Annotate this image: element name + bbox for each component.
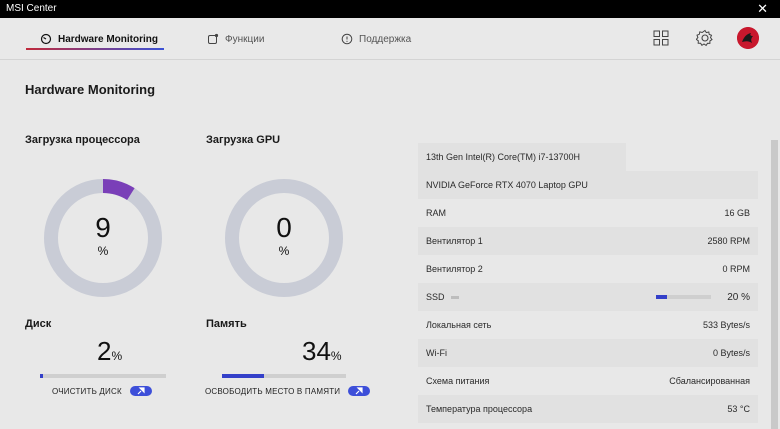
disk-label: Диск — [25, 318, 52, 330]
info-label: Температура процессора — [426, 404, 533, 414]
ssd-usage-bar — [655, 295, 711, 300]
page-title: Hardware Monitoring — [25, 82, 156, 97]
memory-value: 34% — [302, 336, 342, 367]
ssd-mini-indicator — [450, 296, 459, 300]
memory-unit: % — [330, 349, 342, 363]
gear-icon[interactable] — [696, 29, 714, 47]
features-icon — [208, 33, 219, 44]
rocket-icon — [137, 387, 145, 395]
info-value: 20 % — [727, 291, 750, 303]
info-value: 0 RPM — [722, 264, 750, 274]
support-icon — [341, 33, 353, 45]
gpu-load-unit: % — [278, 244, 290, 258]
info-label: Локальная сеть — [426, 320, 492, 330]
tab-hardware-monitoring[interactable]: Hardware Monitoring — [40, 28, 158, 50]
scrollbar[interactable] — [771, 140, 778, 429]
ssd-usage-fill — [655, 295, 667, 300]
disk-percent: 2 — [97, 336, 112, 366]
cpu-name-row: 13th Gen Intel(R) Core(TM) i7-13700H — [418, 143, 626, 171]
clean-disk-label: ОЧИСТИТЬ ДИСК — [52, 386, 122, 396]
info-label: Вентилятор 2 — [426, 264, 483, 274]
memory-label: Память — [206, 318, 247, 330]
info-value: Сбалансированная — [669, 376, 750, 386]
info-row-lan: Локальная сеть 533 Bytes/s — [418, 311, 758, 339]
cpu-load-unit: % — [97, 244, 109, 258]
gpu-load-label: Загрузка GPU — [206, 134, 281, 146]
cpu-name: 13th Gen Intel(R) Core(TM) i7-13700H — [426, 152, 581, 162]
info-row-fan2: Вентилятор 2 0 RPM — [418, 255, 758, 283]
boost-pill[interactable] — [129, 386, 152, 396]
boost-pill[interactable] — [348, 386, 371, 396]
memory-usage-fill — [222, 374, 265, 378]
dragon-logo-icon — [737, 27, 759, 49]
memory-usage-bar — [222, 374, 346, 378]
disk-value: 2% — [97, 336, 122, 367]
info-row-wifi: Wi-Fi 0 Bytes/s — [418, 339, 758, 367]
free-memory-label: ОСВОБОДИТЬ МЕСТО В ПАМЯТИ — [205, 386, 341, 396]
info-label: Вентилятор 1 — [426, 236, 483, 246]
tab-label: Функции — [225, 33, 265, 45]
gauge-fill — [102, 179, 135, 201]
free-memory-button[interactable]: ОСВОБОДИТЬ МЕСТО В ПАМЯТИ — [205, 386, 371, 396]
gpu-load-value: 0 — [276, 212, 292, 243]
cpu-load-value: 9 — [95, 212, 111, 243]
disk-usage-fill — [40, 374, 43, 378]
tab-label: Поддержка — [359, 33, 412, 45]
system-info-panel: 13th Gen Intel(R) Core(TM) i7-13700H NVI… — [418, 143, 758, 423]
tab-support[interactable]: Поддержка — [341, 28, 411, 50]
active-tab-indicator — [26, 48, 164, 50]
info-row-power-plan: Схема питания Сбалансированная — [418, 367, 758, 395]
info-row-cpu-temp: Температура процессора 53 °C — [418, 395, 758, 423]
disk-unit: % — [111, 349, 123, 363]
avatar[interactable] — [737, 27, 759, 49]
info-label: Wi-Fi — [426, 348, 447, 358]
rocket-icon — [355, 387, 363, 395]
grid-icon[interactable] — [653, 30, 669, 46]
gpu-name-row: NVIDIA GeForce RTX 4070 Laptop GPU — [418, 171, 758, 199]
close-window-button[interactable]: ✕ — [757, 1, 768, 17]
dial-icon — [40, 33, 52, 45]
clean-disk-button[interactable]: ОЧИСТИТЬ ДИСК — [52, 386, 152, 396]
info-row-ssd: SSD 20 % — [418, 283, 758, 311]
title-bar: MSI Center ✕ — [0, 0, 780, 18]
info-value: 0 Bytes/s — [712, 348, 750, 358]
top-nav: Hardware Monitoring Функции Поддержка — [0, 18, 780, 60]
info-label: Схема питания — [426, 376, 490, 386]
memory-percent: 34 — [302, 336, 331, 366]
tab-label: Hardware Monitoring — [58, 33, 159, 45]
info-label: SSD — [426, 292, 445, 302]
disk-usage-bar — [40, 374, 166, 378]
info-value: 53 °C — [727, 404, 750, 414]
info-label: RAM — [426, 208, 446, 218]
window-title: MSI Center — [6, 3, 57, 14]
gpu-name: NVIDIA GeForce RTX 4070 Laptop GPU — [426, 180, 588, 190]
cpu-load-label: Загрузка процессора — [25, 134, 140, 146]
info-row-fan1: Вентилятор 1 2580 RPM — [418, 227, 758, 255]
info-row-ram: RAM 16 GB — [418, 199, 758, 227]
info-value: 16 GB — [724, 208, 750, 218]
info-value: 533 Bytes/s — [702, 320, 750, 330]
info-value: 2580 RPM — [707, 236, 750, 246]
tab-features[interactable]: Функции — [207, 28, 264, 50]
